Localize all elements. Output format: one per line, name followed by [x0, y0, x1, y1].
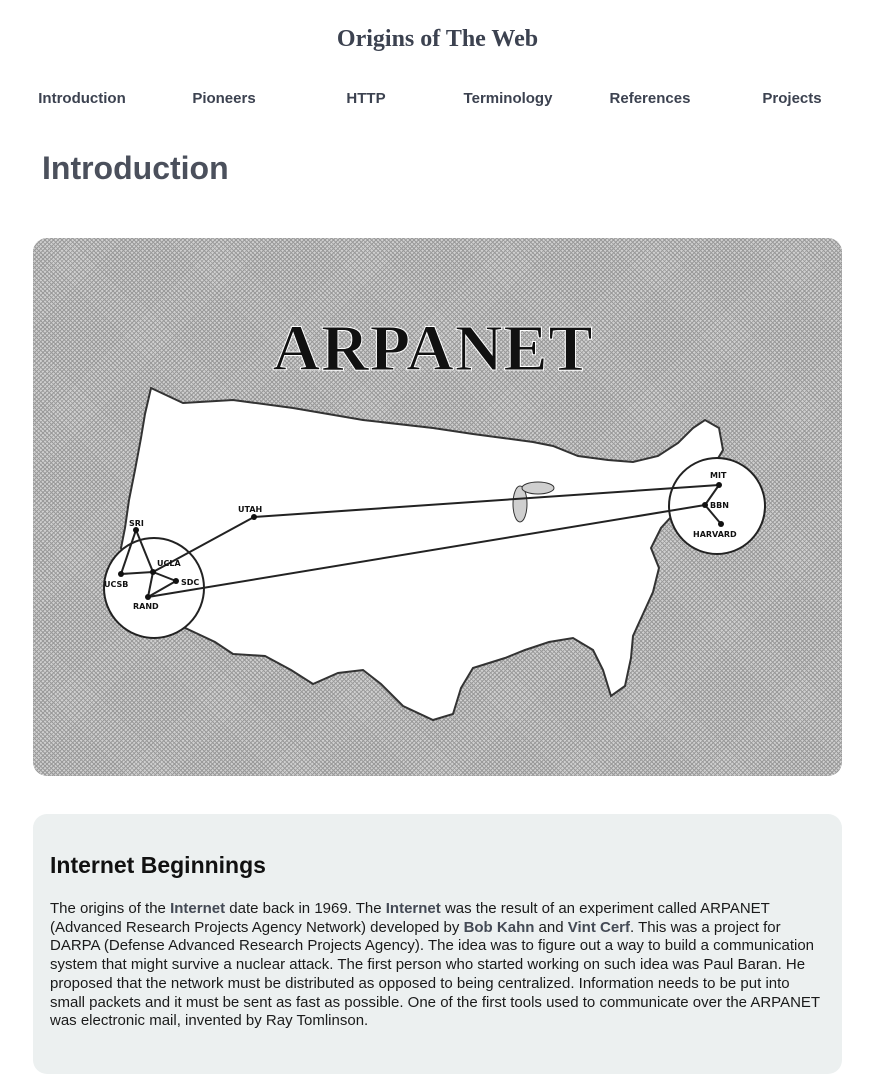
section-paragraph: The origins of the Internet date back in… — [50, 900, 825, 1031]
highlight-internet-1: Internet — [170, 900, 226, 917]
highlight-bob-kahn: Bob Kahn — [463, 918, 535, 936]
node-sdc — [173, 578, 179, 584]
label-harvard: HARVARD — [693, 530, 737, 539]
nav-link-projects[interactable]: Projects — [721, 90, 863, 107]
node-ucla — [150, 569, 156, 575]
main-nav: Introduction Pioneers HTTP Terminology R… — [0, 90, 875, 112]
label-rand: RAND — [133, 602, 159, 611]
paragraph-text-4: and — [534, 918, 568, 936]
arpanet-map-graphic: ARPANET SRI UCLA UCSB SDC RAND UTAH MIT … — [103, 312, 766, 722]
label-utah: UTAH — [238, 505, 262, 514]
node-mit — [716, 482, 722, 488]
nav-link-introduction[interactable]: Introduction — [11, 90, 153, 107]
node-utah — [251, 514, 257, 520]
nav-link-pioneers[interactable]: Pioneers — [153, 90, 295, 107]
section-title: Internet Beginnings — [50, 852, 266, 878]
label-ucsb: UCSB — [104, 580, 128, 589]
nav-link-terminology[interactable]: Terminology — [437, 90, 579, 107]
paragraph-text-1: The origins of the — [50, 900, 171, 917]
node-rand — [145, 594, 151, 600]
lake-superior — [521, 481, 555, 495]
arpanet-map-title: ARPANET — [272, 312, 593, 385]
label-sri: SRI — [129, 519, 144, 528]
node-harvard — [718, 521, 724, 527]
nav-link-http[interactable]: HTTP — [295, 90, 437, 107]
highlight-vint-cerf: Vint Cerf — [567, 918, 630, 936]
label-bbn: BBN — [710, 501, 729, 510]
label-sdc: SDC — [181, 578, 199, 587]
label-mit: MIT — [710, 471, 727, 480]
site-title: Origins of The Web — [336, 26, 539, 52]
highlight-internet-2: Internet — [385, 900, 441, 917]
paragraph-text-2: date back in 1969. The — [225, 900, 386, 917]
us-map-shape — [119, 386, 725, 722]
page-heading: Introduction — [42, 150, 229, 186]
internet-beginnings-card: Internet Beginnings The origins of the I… — [33, 814, 842, 1074]
arpanet-map-image: ARPANET SRI UCLA UCSB SDC RAND UTAH MIT … — [33, 238, 842, 776]
label-ucla: UCLA — [157, 559, 181, 568]
nav-link-references[interactable]: References — [579, 90, 721, 107]
node-ucsb — [118, 571, 124, 577]
node-bbn — [702, 502, 708, 508]
